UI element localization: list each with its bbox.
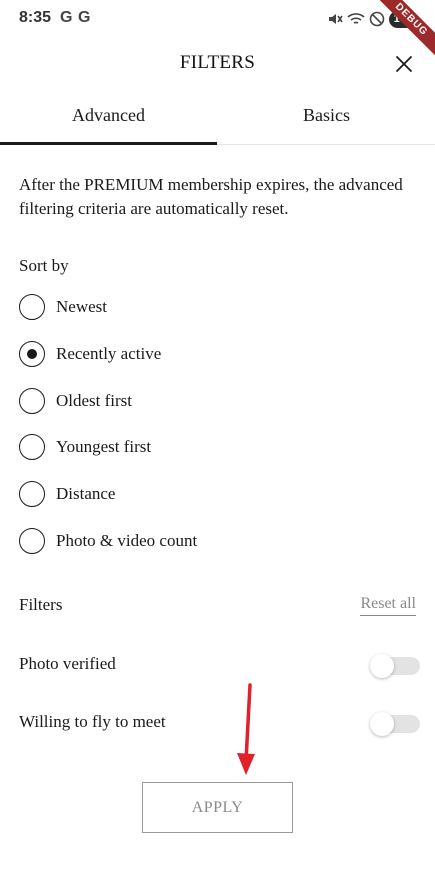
premium-notice: After the PREMIUM membership expires, th… <box>19 175 403 218</box>
radio-button[interactable] <box>19 528 45 554</box>
apply-button[interactable]: APPLY <box>142 782 293 833</box>
status-bar: 8:35 G G 100 DEBUG <box>0 0 435 62</box>
mute-icon <box>328 14 343 24</box>
toggle-label: Willing to fly to meet <box>19 712 166 731</box>
sort-option-label: Oldest first <box>56 391 133 410</box>
page-title: FILTERS <box>179 52 256 73</box>
sort-option-distance[interactable]: Distance <box>19 477 415 511</box>
active-tab-indicator <box>0 142 217 145</box>
close-button[interactable] <box>391 51 417 77</box>
radio-button[interactable] <box>19 294 45 320</box>
willing-to-fly-toggle[interactable] <box>370 712 420 736</box>
google-app-icon: G <box>60 9 73 26</box>
filter-photo-verified: Photo verified <box>19 650 420 680</box>
sort-option-newest[interactable]: Newest <box>19 290 415 324</box>
radio-button[interactable] <box>19 481 45 507</box>
toggle-thumb <box>370 654 394 678</box>
status-time: 8:35 <box>19 9 52 26</box>
sort-option-photo-video-count[interactable]: Photo & video count <box>19 524 415 558</box>
sort-option-label: Photo & video count <box>56 531 198 550</box>
close-icon <box>396 56 412 72</box>
annotation-arrow-icon <box>237 683 255 775</box>
toggle-label: Photo verified <box>19 654 116 673</box>
sort-option-label: Recently active <box>56 344 162 363</box>
filters-title: Filters <box>19 595 63 614</box>
reset-all-link[interactable]: Reset all <box>360 595 416 616</box>
wifi-icon <box>347 13 365 24</box>
tab-bar: Advanced Basics <box>0 90 435 145</box>
google-app-icon-2: G <box>78 9 91 26</box>
sort-option-oldest-first[interactable]: Oldest first <box>19 384 415 418</box>
sort-by-title: Sort by <box>19 256 69 275</box>
filter-willing-to-fly: Willing to fly to meet <box>19 708 420 738</box>
sort-option-label: Youngest first <box>56 437 152 456</box>
sort-option-youngest-first[interactable]: Youngest first <box>19 430 415 464</box>
radio-button[interactable] <box>19 434 45 460</box>
radio-button[interactable] <box>19 388 45 414</box>
dnd-icon <box>369 11 384 27</box>
sort-option-label: Distance <box>56 484 116 503</box>
tab-basics[interactable]: Basics <box>218 90 435 145</box>
sort-option-recently-active[interactable]: Recently active <box>19 337 415 371</box>
radio-button-selected[interactable] <box>19 341 45 367</box>
tab-advanced[interactable]: Advanced <box>0 90 217 145</box>
photo-verified-toggle[interactable] <box>370 654 420 678</box>
toggle-thumb <box>370 712 394 736</box>
header: FILTERS <box>0 38 435 90</box>
sort-option-label: Newest <box>56 297 107 316</box>
